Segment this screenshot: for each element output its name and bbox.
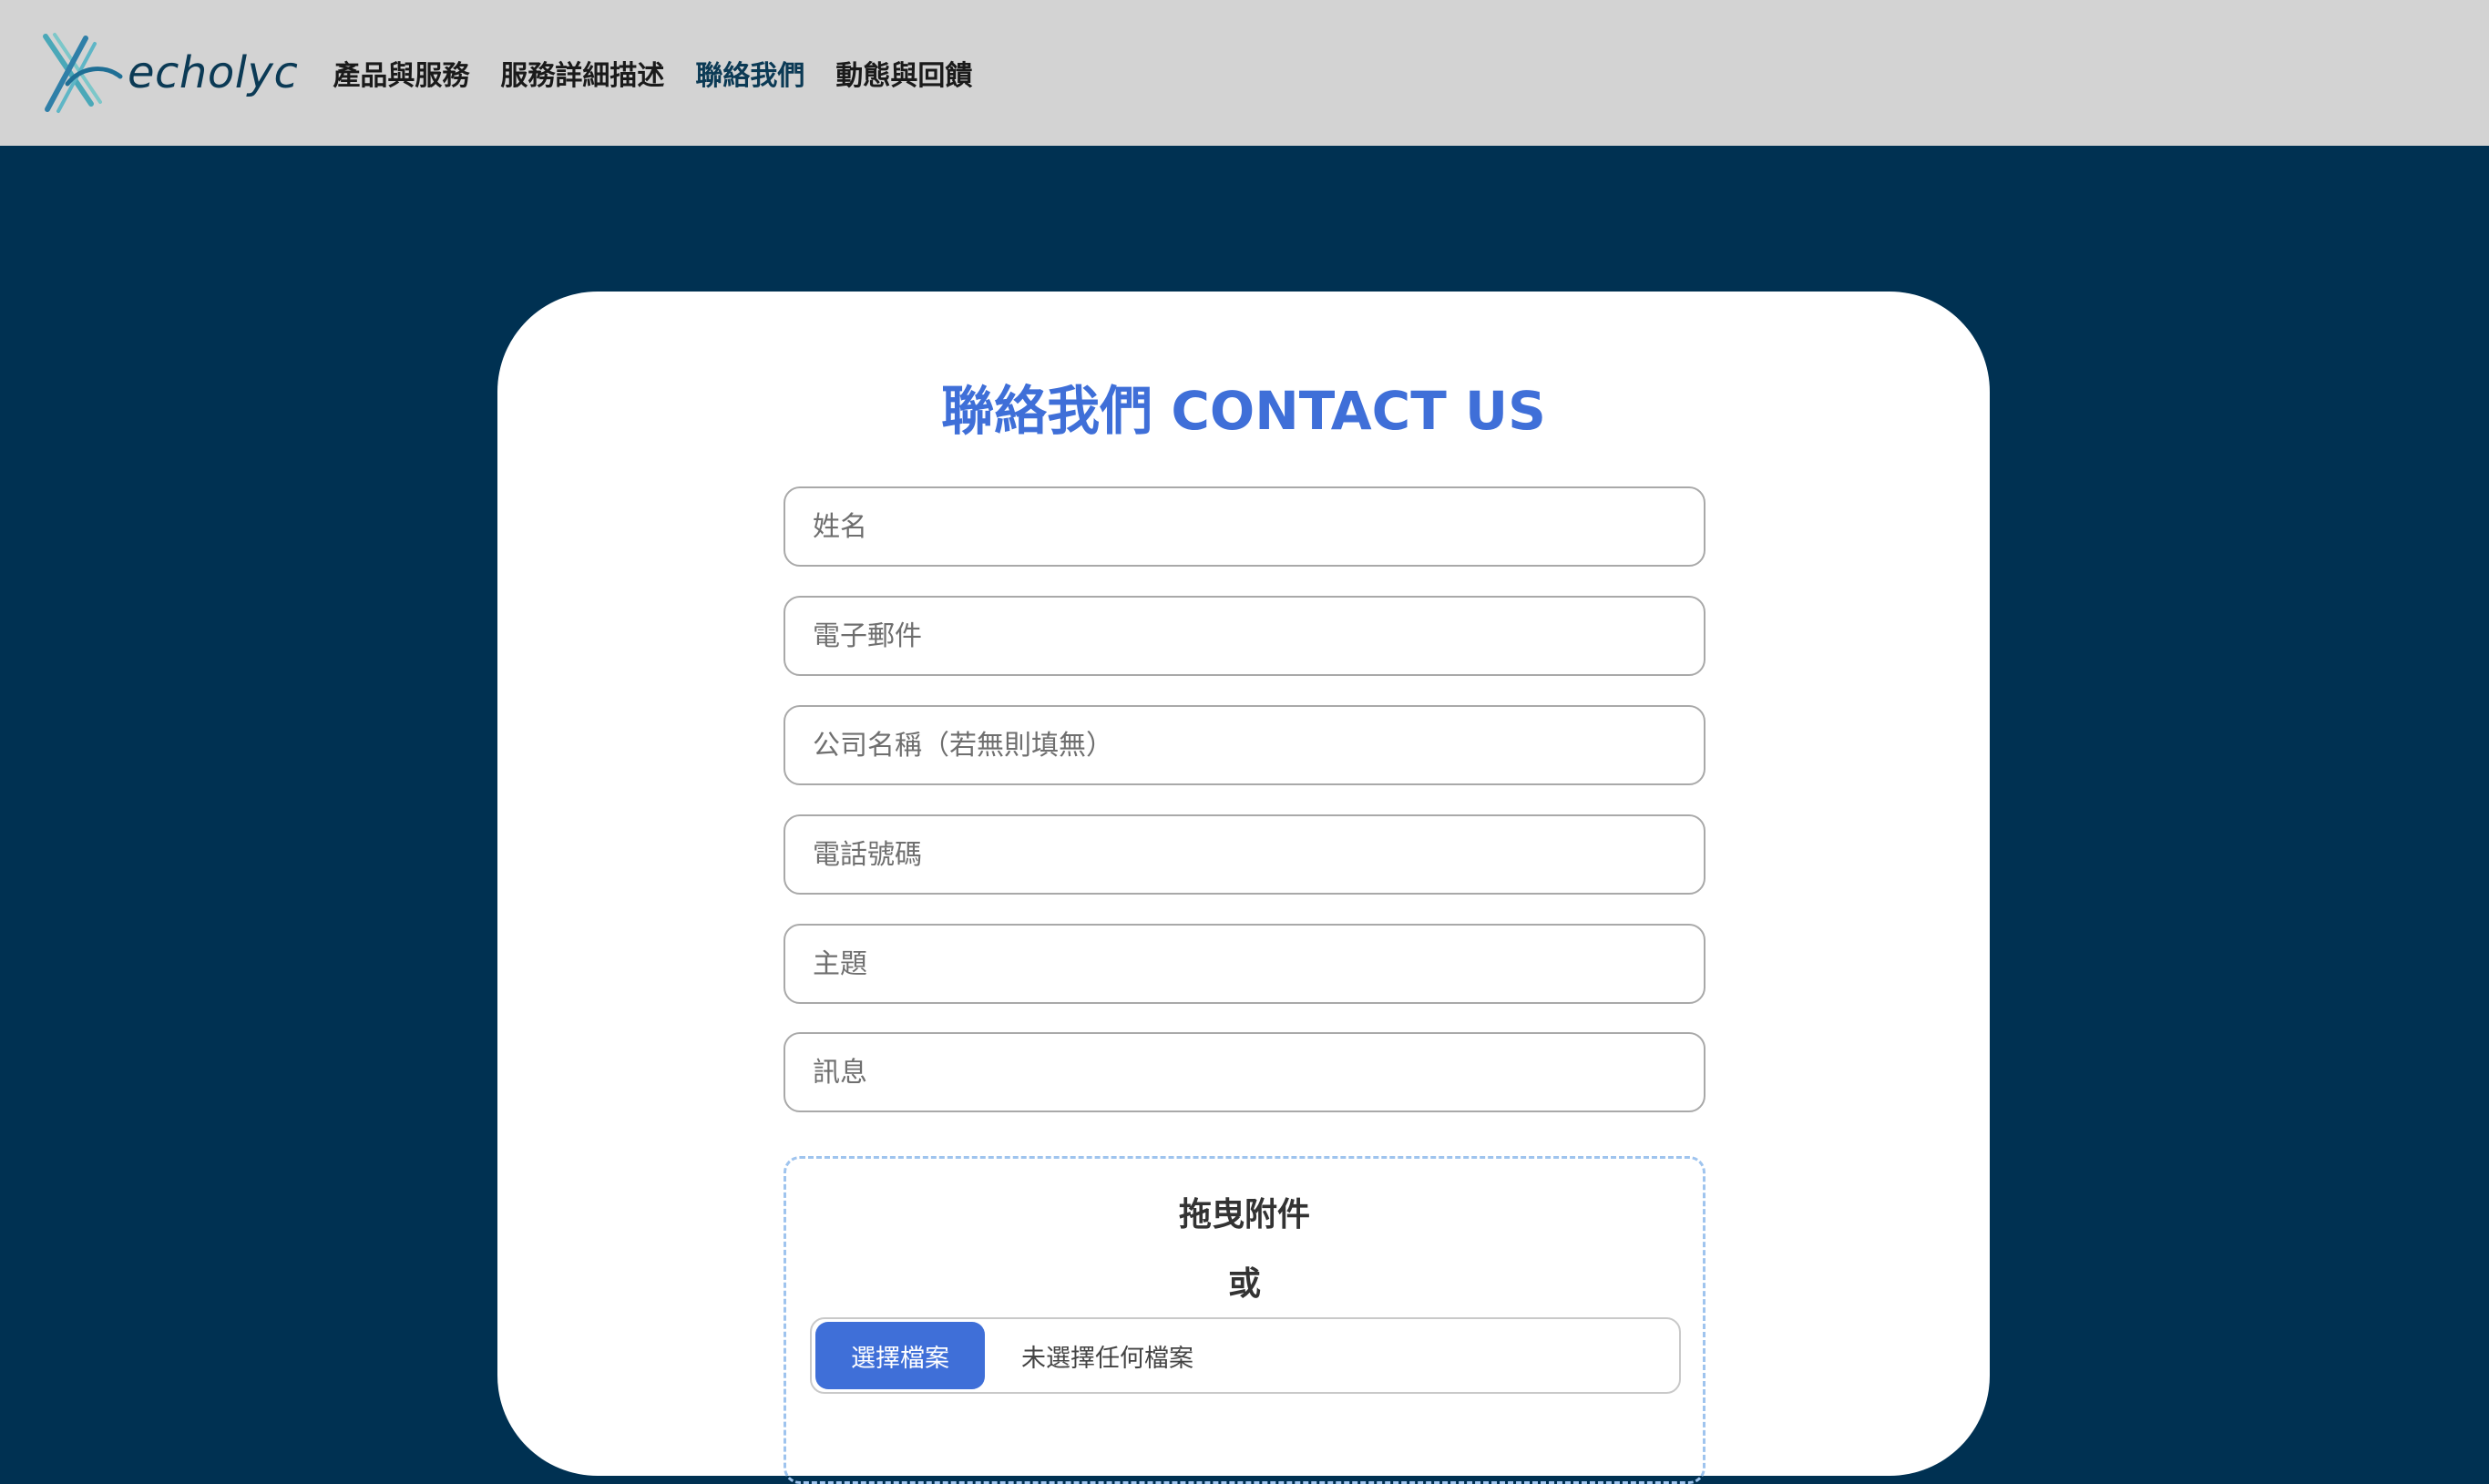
nav-link-news-feedback[interactable]: 動態與回饋 (835, 53, 972, 93)
nav-link-contact[interactable]: 聯絡我們 (695, 53, 804, 93)
message-input[interactable] (784, 1032, 1705, 1112)
top-navbar: echolyc 產品與服務 服務詳細描述 聯絡我們 動態與回饋 (0, 0, 2489, 146)
brand-name: echolyc (128, 47, 299, 98)
dropzone-or-label: 或 (1227, 1265, 1261, 1303)
name-input[interactable] (784, 486, 1705, 567)
contact-form-card: 聯絡我們 CONTACT US 拖曳附件 或 選擇檔案 未選擇任何檔案 (497, 292, 1990, 1484)
phone-input[interactable] (784, 814, 1705, 895)
file-status-text: 未選擇任何檔案 (1021, 1344, 1193, 1373)
form-title: 聯絡我們 CONTACT US (941, 380, 1546, 442)
attachment-dropzone[interactable]: 拖曳附件 或 選擇檔案 未選擇任何檔案 (784, 1156, 1705, 1484)
dropzone-label: 拖曳附件 (1178, 1196, 1310, 1233)
brand-logo-link[interactable]: echolyc (40, 31, 298, 115)
choose-file-button[interactable]: 選擇檔案 (815, 1322, 985, 1389)
email-input[interactable] (784, 596, 1705, 676)
company-input[interactable] (784, 705, 1705, 785)
echolyc-logo-icon (43, 33, 123, 113)
subject-input[interactable] (784, 924, 1705, 1004)
file-picker[interactable]: 選擇檔案 未選擇任何檔案 (810, 1317, 1681, 1394)
nav-links: 產品與服務 服務詳細描述 聯絡我們 動態與回饋 (333, 53, 1003, 93)
nav-link-products[interactable]: 產品與服務 (333, 53, 469, 93)
nav-link-service-details[interactable]: 服務詳細描述 (500, 53, 664, 93)
